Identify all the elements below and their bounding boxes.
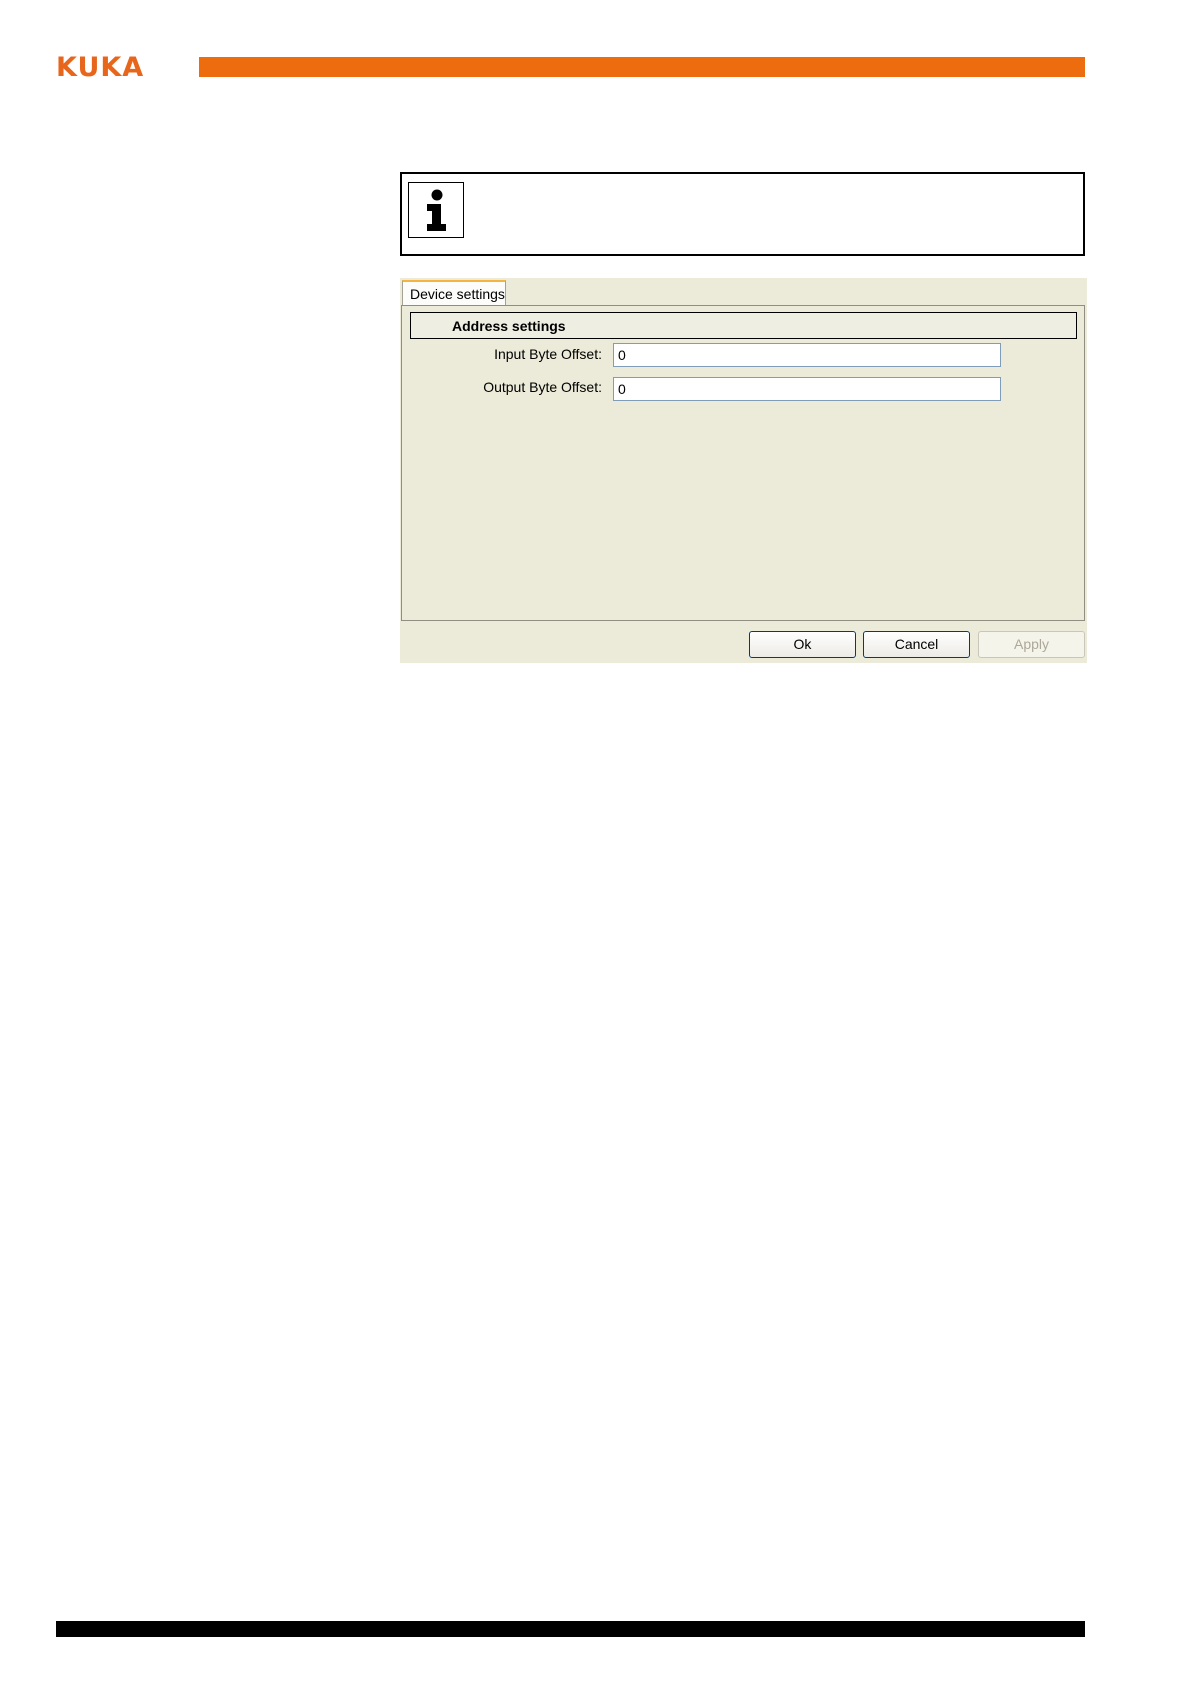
device-settings-dialog: Device settings Address settings Input B… [400, 278, 1087, 663]
address-settings-header[interactable]: Address settings [410, 312, 1077, 339]
settings-panel: Address settings Input Byte Offset: Outp… [401, 305, 1085, 621]
tab-device-settings-label: Device settings [410, 286, 505, 302]
output-byte-offset-field[interactable] [613, 377, 1001, 401]
kuka-logo: KUKA [56, 52, 145, 83]
section-title: Address settings [452, 318, 566, 334]
input-byte-offset-field[interactable] [613, 343, 1001, 367]
ok-button[interactable]: Ok [749, 631, 856, 658]
cancel-button[interactable]: Cancel [863, 631, 970, 658]
apply-button[interactable]: Apply [978, 631, 1085, 658]
header-bar [199, 57, 1085, 77]
output-byte-offset-label: Output Byte Offset: [483, 379, 602, 395]
input-byte-offset-label: Input Byte Offset: [494, 346, 602, 362]
footer-bar [56, 1621, 1085, 1637]
info-note-box [400, 172, 1085, 256]
info-icon [408, 182, 464, 238]
tab-device-settings[interactable]: Device settings [402, 280, 506, 305]
